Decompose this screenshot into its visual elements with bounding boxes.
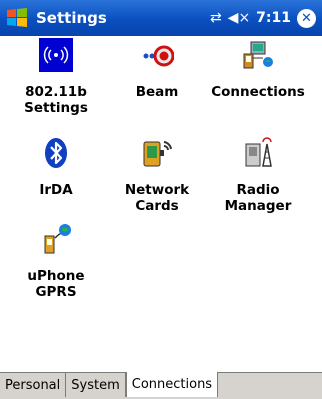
speaker-muted-icon[interactable]: ◀× xyxy=(228,10,251,26)
bluetooth-icon xyxy=(39,136,73,170)
tile-label: IrDA xyxy=(39,182,73,198)
tile-network-cards[interactable]: Network Cards xyxy=(107,136,207,214)
connectivity-icon[interactable]: ⇄ xyxy=(210,10,222,26)
tile-uphone-gprs[interactable]: uPhone GPRS xyxy=(6,222,106,300)
uphone-icon xyxy=(39,222,73,256)
tile-label: uPhone GPRS xyxy=(27,268,85,300)
radio-manager-icon xyxy=(241,136,275,170)
tile-label: Radio Manager xyxy=(224,182,292,214)
connections-icon xyxy=(241,38,275,72)
network-card-icon xyxy=(140,136,174,170)
tile-irda[interactable]: IrDA xyxy=(6,136,106,198)
tab-system[interactable]: System xyxy=(66,373,126,397)
tile-label: 802.11b Settings xyxy=(24,84,88,116)
tile-label: Network Cards xyxy=(124,182,190,214)
wifi-icon xyxy=(39,38,73,72)
close-icon[interactable]: ✕ xyxy=(297,8,316,28)
settings-icon-grid: 802.11b Settings Beam Connections IrDA N… xyxy=(0,36,322,372)
title-bar: Settings ⇄ ◀× 7:11 ✕ xyxy=(0,0,322,36)
tile-radio-manager[interactable]: Radio Manager xyxy=(208,136,308,214)
tile-802-11b-settings[interactable]: 802.11b Settings xyxy=(6,38,106,116)
beam-icon xyxy=(140,38,175,72)
tab-bar: Personal System Connections xyxy=(0,372,322,399)
tab-personal[interactable]: Personal xyxy=(0,373,67,397)
tile-beam[interactable]: Beam xyxy=(107,38,207,100)
window-title: Settings xyxy=(36,9,107,27)
tile-label: Connections xyxy=(211,84,305,100)
tab-connections[interactable]: Connections xyxy=(125,372,219,397)
clock[interactable]: 7:11 xyxy=(256,10,291,26)
tab-bar-filler xyxy=(218,373,322,399)
tile-label: Beam xyxy=(135,84,179,100)
windows-flag-icon[interactable] xyxy=(0,0,34,36)
tile-connections[interactable]: Connections xyxy=(208,38,308,100)
